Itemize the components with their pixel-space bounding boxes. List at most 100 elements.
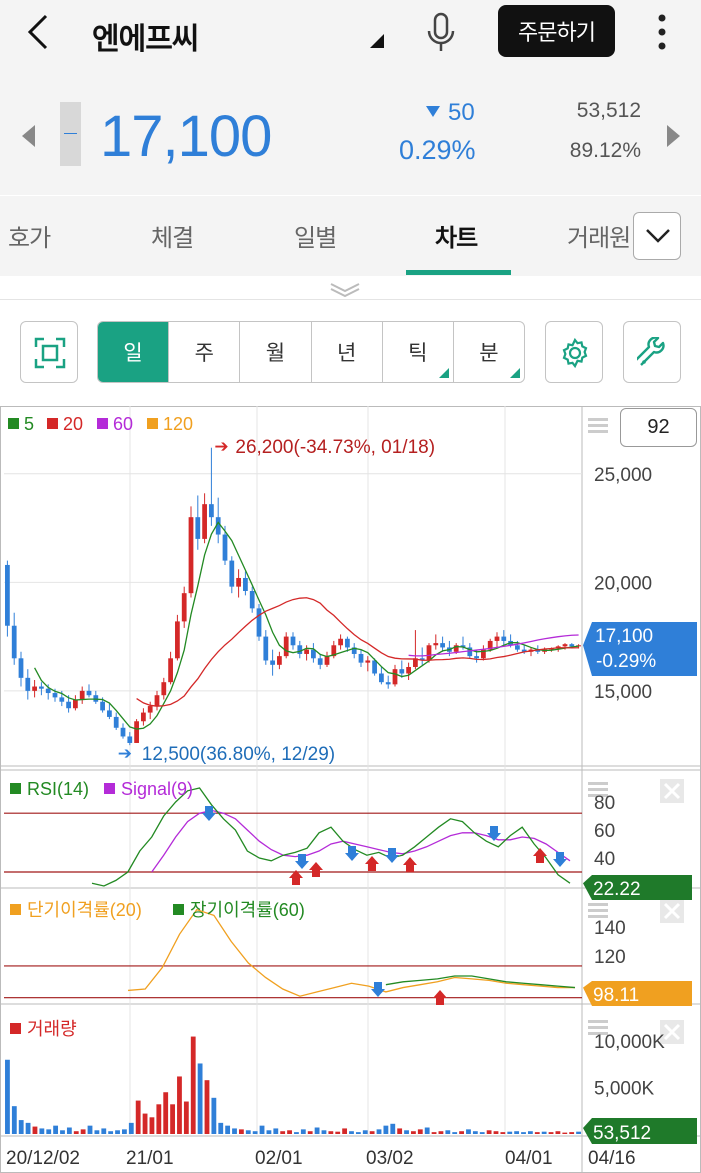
candle-body [52, 693, 58, 698]
period-minute-label: 분 [479, 342, 499, 365]
candle-body [372, 660, 377, 674]
buy-arrow-icon [365, 856, 379, 871]
period-week[interactable]: 주 [169, 322, 241, 382]
candle-body [283, 636, 289, 657]
stock-name[interactable]: 엔에프씨 [92, 14, 199, 58]
volume-bar [5, 1059, 10, 1134]
sell-arrow-icon [345, 846, 359, 861]
next-stock-icon[interactable] [667, 125, 680, 147]
legend-swatch [8, 418, 19, 429]
volume-bar [534, 1132, 540, 1134]
tab-expand-button[interactable] [633, 212, 681, 260]
fullscreen-button[interactable] [20, 321, 78, 383]
candle-body [277, 656, 282, 665]
period-day[interactable]: 일 [98, 322, 170, 382]
order-button[interactable]: 주문하기 [498, 5, 615, 57]
tab-bar: 호가 체결 일별 차트 거래원 [0, 196, 701, 276]
y-tick-label: 120 [594, 947, 626, 968]
tab-broker[interactable]: 거래원 [567, 218, 633, 253]
buy-arrow-icon [533, 848, 547, 863]
candle-body [474, 656, 479, 659]
x-tick-label: 21/01 [126, 1148, 174, 1169]
short-disparity-legend: 단기이격률(20) [27, 900, 142, 920]
volume-bar [204, 1080, 210, 1134]
volume-bar [417, 1129, 423, 1134]
legend-swatch [10, 1023, 21, 1034]
volume-bar [307, 1131, 313, 1134]
tab-orderbook[interactable]: 호가 [8, 218, 51, 253]
chart-tools-button[interactable] [623, 321, 681, 383]
volume-bar [238, 1129, 244, 1134]
tab-daily[interactable]: 일별 [294, 218, 337, 253]
legend-swatch [97, 418, 108, 429]
volume-legend-label: 거래량 [27, 1019, 77, 1039]
back-arrow-icon[interactable] [22, 12, 56, 52]
previous-stock-icon[interactable] [22, 125, 35, 147]
volume-bar [197, 1063, 203, 1134]
candle-body [175, 621, 180, 659]
period-month[interactable]: 월 [240, 322, 312, 382]
candle-body [290, 636, 296, 646]
top-bar: 엔에프씨 주문하기 [0, 0, 701, 65]
drag-handle-icon [588, 782, 608, 785]
drag-handle-icon [588, 903, 608, 906]
candle-body [147, 706, 153, 713]
volume-bar [541, 1131, 547, 1134]
short-disparity-line [127, 908, 575, 997]
candle-body [86, 690, 92, 696]
candle-body [385, 682, 391, 685]
volume-bar [135, 1100, 141, 1134]
collapse-chevron-icon[interactable] [329, 282, 361, 298]
volume-bar [190, 1036, 196, 1134]
divider [0, 299, 701, 300]
candle-body [297, 645, 303, 654]
volume-bar [60, 1130, 65, 1134]
volume-bar [369, 1131, 375, 1134]
volume-bar [328, 1131, 334, 1134]
volume-bar [66, 1127, 72, 1134]
candle-body [11, 625, 17, 659]
volume-bar [349, 1131, 354, 1134]
y-tick-label: 10,000K [594, 1032, 665, 1053]
volume-bar [11, 1106, 17, 1134]
stock-chart[interactable]: 25,000 20,000 15,000 5 20 60 120 ➔ 26,200(-34.73… [0, 406, 701, 1173]
candle-body [202, 504, 207, 539]
candle-body [5, 564, 10, 626]
legend-swatch [104, 783, 115, 794]
chart-settings-button[interactable] [545, 321, 603, 383]
more-vertical-icon[interactable] [650, 10, 674, 54]
volume-bar [500, 1132, 506, 1134]
period-year[interactable]: 년 [312, 322, 383, 382]
volume-bar [569, 1132, 575, 1134]
volume-bar [87, 1125, 93, 1134]
candle-count-input[interactable]: 92 [620, 408, 697, 447]
volume-bar [397, 1128, 403, 1134]
microphone-icon[interactable] [424, 10, 458, 54]
high-annotation: 26,200(-34.73%, 01/18) [235, 437, 435, 458]
volume-bar [479, 1132, 485, 1134]
dropdown-triangle-icon[interactable] [370, 34, 384, 48]
candle-body [93, 695, 99, 702]
price-change-value: 50 [448, 99, 475, 126]
candle-body [25, 677, 31, 691]
sell-arrow-icon [553, 852, 567, 867]
quote-summary: 17,100 50 0.29% 53,512 89.12% [0, 65, 701, 197]
period-tick[interactable]: 틱 [383, 322, 454, 382]
candle-body [195, 517, 201, 539]
volume-bar [183, 1101, 189, 1134]
candle-body [127, 736, 133, 743]
tab-chart[interactable]: 차트 [435, 218, 478, 253]
volume-bar [438, 1131, 444, 1134]
period-minute[interactable]: 분 [454, 322, 524, 382]
candle-body [379, 673, 384, 683]
volume-bar [294, 1132, 299, 1134]
tab-trades[interactable]: 체결 [151, 218, 194, 253]
legend-swatch [10, 904, 21, 915]
y-tick-label: 140 [594, 918, 626, 939]
volume-bar [142, 1113, 148, 1134]
buy-arrow-icon [403, 857, 417, 872]
drag-handle-icon [588, 418, 608, 421]
candle-body [406, 666, 411, 674]
option-corner-icon [438, 368, 449, 378]
volume-bar [80, 1129, 86, 1134]
